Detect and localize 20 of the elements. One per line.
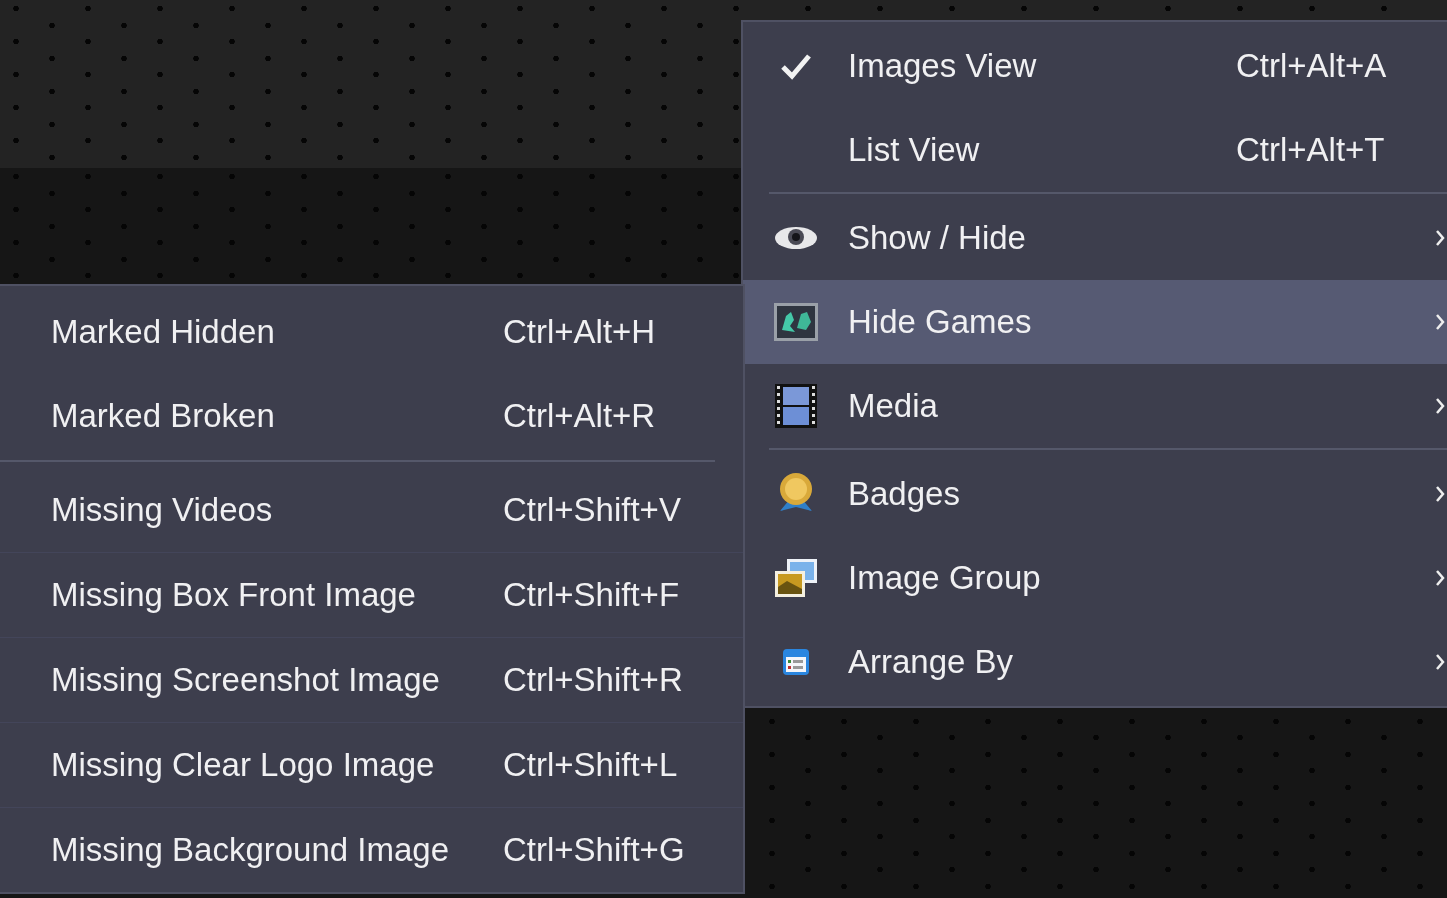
menu-item[interactable]: Missing Box Front Image Ctrl+Shift+F <box>0 552 743 637</box>
menu-item[interactable]: Missing Clear Logo Image Ctrl+Shift+L <box>0 722 743 807</box>
alien-game-icon <box>772 302 819 342</box>
menu-item[interactable]: Missing Background Image Ctrl+Shift+G <box>0 807 743 892</box>
menu-item[interactable]: Show / Hide <box>743 196 1447 280</box>
calendar-icon <box>781 648 810 676</box>
menu-item[interactable]: Badges <box>743 452 1447 536</box>
menu-item[interactable]: Marked Hidden Ctrl+Alt+H <box>0 290 743 374</box>
menu-item[interactable]: Images View Ctrl+Alt+A <box>743 24 1447 108</box>
menu-item[interactable]: Missing Screenshot Image Ctrl+Shift+R <box>0 637 743 722</box>
menu-item[interactable]: List View Ctrl+Alt+T <box>743 108 1447 192</box>
menu-item[interactable]: Missing Videos Ctrl+Shift+V <box>0 468 743 552</box>
menu-item[interactable]: Marked Broken Ctrl+Alt+R <box>0 374 743 458</box>
menu-item[interactable]: Arrange By <box>743 620 1447 704</box>
eye-icon <box>772 225 819 251</box>
pictures-icon <box>772 557 819 599</box>
menu-item[interactable]: Media <box>743 364 1447 448</box>
menu-item[interactable]: Hide Games <box>743 280 1447 364</box>
film-icon <box>773 383 818 429</box>
menu-item[interactable]: Image Group <box>743 536 1447 620</box>
